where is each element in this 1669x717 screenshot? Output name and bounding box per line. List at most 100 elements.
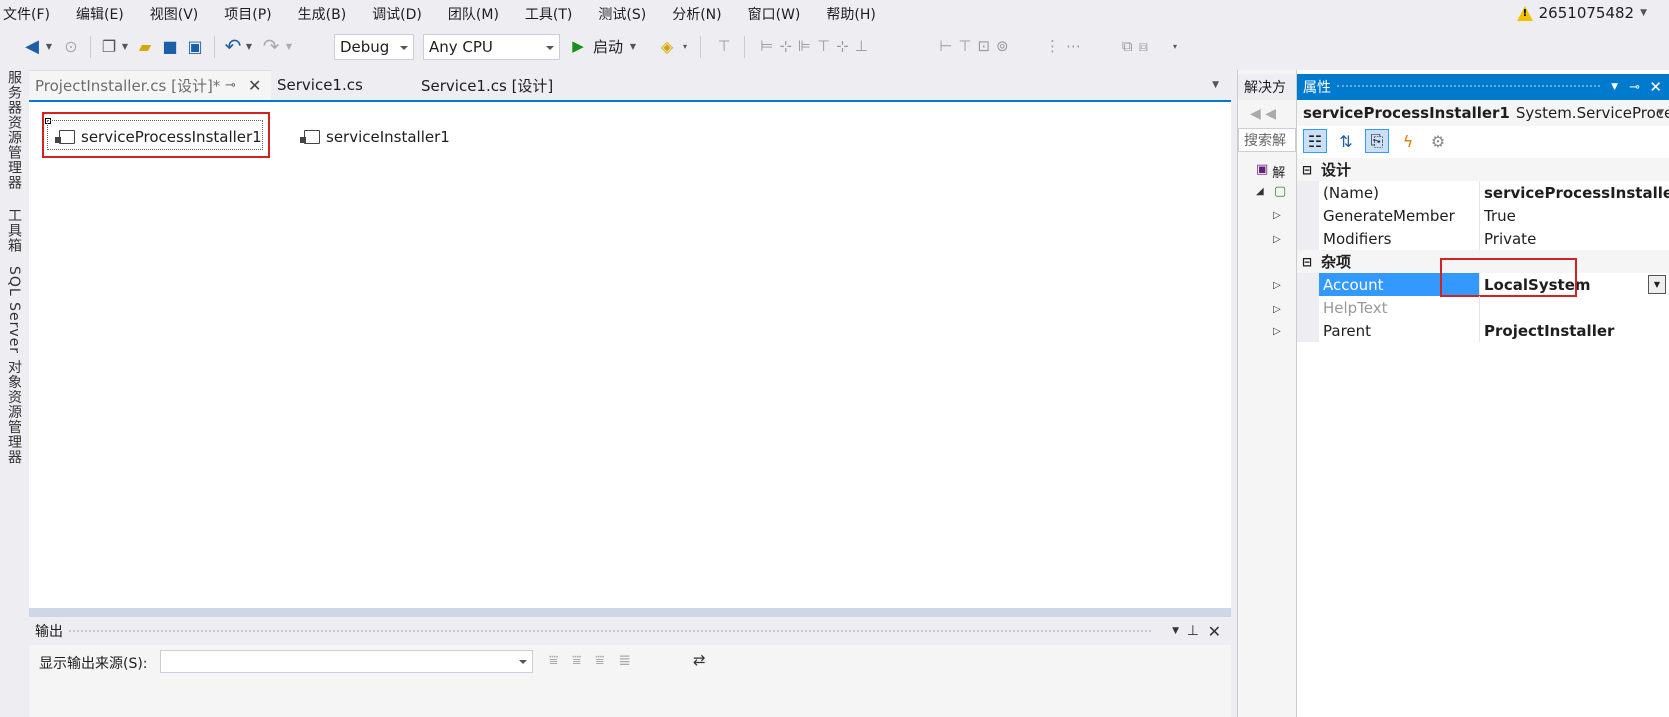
- tab-server-explorer[interactable]: 服务器资源管理器: [4, 70, 24, 190]
- property-row-generatemember[interactable]: GenerateMember True: [1297, 204, 1669, 227]
- layout-align-icons[interactable]: ⊨⊹⊫⊤⊹⊥: [752, 35, 882, 57]
- menu-tools[interactable]: 工具(T): [525, 4, 572, 24]
- tab-overflow-icon[interactable]: ▼: [1212, 80, 1219, 90]
- output-source-dropdown[interactable]: [160, 650, 533, 673]
- property-value[interactable]: True: [1479, 204, 1669, 227]
- find-icon[interactable]: ◈: [656, 35, 678, 57]
- redo-icon[interactable]: ↷: [260, 34, 282, 58]
- pin-icon[interactable]: ⊥: [1187, 623, 1199, 639]
- property-value[interactable]: serviceProcessInstaller1: [1479, 181, 1669, 204]
- events-icon[interactable]: ϟ: [1397, 132, 1419, 151]
- collapse-icon[interactable]: ⊟: [1302, 255, 1312, 269]
- align-icon[interactable]: ⊤: [712, 35, 736, 57]
- splitter[interactable]: [29, 608, 1231, 617]
- back-icon[interactable]: ◀: [22, 35, 42, 57]
- row-gutter: [1297, 319, 1319, 342]
- collapse-icon[interactable]: ▷: [1273, 304, 1281, 315]
- expand-icon[interactable]: ◢: [1256, 186, 1264, 197]
- alphabetical-icon[interactable]: ⇅: [1335, 132, 1357, 151]
- collapse-icon[interactable]: ▷: [1273, 210, 1281, 221]
- word-wrap-icon[interactable]: ⇄: [693, 651, 706, 669]
- object-selector[interactable]: serviceProcessInstaller1 System.ServiceP…: [1297, 100, 1669, 126]
- property-value[interactable]: [1479, 296, 1669, 319]
- tab-sql-server-explorer[interactable]: SQL Server 对象资源管理器: [4, 266, 24, 465]
- solution-explorer: 解决方 ◀ ◀ 搜索解 ▣ 解 ◢ ▢ ▷ ▷ ▷ ▷ ▷: [1237, 70, 1296, 717]
- property-row-modifiers[interactable]: Modifiers Private: [1297, 227, 1669, 250]
- categorized-icon[interactable]: ☷: [1303, 129, 1327, 153]
- category-design[interactable]: ⊟ 设计: [1297, 158, 1669, 181]
- back-icon[interactable]: ◀ ◀: [1250, 106, 1276, 122]
- menu-project[interactable]: 项目(P): [224, 4, 271, 24]
- play-icon[interactable]: ▶: [570, 35, 586, 57]
- chevron-down-icon[interactable]: ▼: [628, 35, 638, 57]
- new-project-icon[interactable]: ❐: [100, 35, 118, 57]
- property-row-parent[interactable]: Parent ProjectInstaller: [1297, 319, 1669, 342]
- menu-test[interactable]: 测试(S): [598, 4, 646, 24]
- overflow-icon[interactable]: ▾: [680, 35, 690, 57]
- properties-toolbar: ☷ ⇅ ⎘ ϟ ⚙: [1303, 128, 1449, 154]
- start-button[interactable]: 启动: [588, 35, 628, 57]
- collapse-icon[interactable]: ▷: [1273, 280, 1281, 291]
- chevron-down-icon[interactable]: ▼: [244, 35, 254, 57]
- properties-title-bar[interactable]: 属性 ▼ ⊸ ✕: [1297, 74, 1669, 100]
- spacing-icons[interactable]: ⋮⋯: [1044, 35, 1088, 57]
- platform-dropdown[interactable]: Any CPU: [423, 34, 560, 60]
- close-icon[interactable]: ✕: [1649, 78, 1662, 96]
- designer-surface[interactable]: serviceProcessInstaller1 serviceInstalle…: [29, 100, 1231, 608]
- chevron-down-icon[interactable]: ▼: [284, 35, 294, 57]
- collapse-icon[interactable]: ⊟: [1302, 163, 1312, 177]
- chevron-down-icon[interactable]: ▼: [1611, 82, 1618, 92]
- solution-icon: ▣: [1256, 162, 1269, 177]
- tab-toolbox[interactable]: 工具箱: [4, 208, 24, 253]
- property-pages-icon[interactable]: ⚙: [1427, 132, 1449, 151]
- save-icon[interactable]: ■: [160, 35, 180, 57]
- component-service-installer[interactable]: serviceInstaller1: [300, 128, 450, 146]
- solution-node-label: 解: [1272, 166, 1286, 181]
- layout-size-icons[interactable]: ⊢⊤⊡⊚: [922, 35, 1032, 57]
- menu-edit[interactable]: 编辑(E): [76, 4, 124, 24]
- close-icon[interactable]: ✕: [1208, 622, 1221, 641]
- close-icon[interactable]: ✕: [248, 76, 261, 95]
- solution-search-input[interactable]: 搜索解: [1238, 128, 1296, 152]
- overflow-icon[interactable]: ▾: [1170, 35, 1180, 57]
- property-value[interactable]: ProjectInstaller: [1479, 319, 1669, 342]
- undo-icon[interactable]: ↶: [222, 34, 244, 58]
- category-label: 设计: [1321, 161, 1352, 179]
- tab-service1-cs[interactable]: Service1.cs: [271, 70, 411, 100]
- property-row-name[interactable]: (Name) serviceProcessInstaller1: [1297, 181, 1669, 204]
- menu-analyze[interactable]: 分析(N): [672, 4, 721, 24]
- chevron-down-icon[interactable]: ▼: [120, 35, 130, 57]
- collapse-icon[interactable]: ▷: [1273, 326, 1281, 337]
- platform-value: Any CPU: [429, 38, 493, 56]
- collapse-icon[interactable]: ▷: [1273, 234, 1281, 245]
- order-icons[interactable]: ⧉⧈: [1108, 35, 1168, 57]
- menu-debug[interactable]: 调试(D): [372, 4, 422, 24]
- config-dropdown[interactable]: Debug: [334, 34, 414, 60]
- solution-explorer-title[interactable]: 解决方: [1238, 74, 1296, 100]
- chevron-down-icon[interactable]: ▼: [44, 35, 54, 57]
- pin-icon[interactable]: ⊸: [1629, 80, 1640, 95]
- menu-view[interactable]: 视图(V): [150, 4, 199, 24]
- chevron-down-icon[interactable]: ▼: [1172, 626, 1179, 636]
- menu-build[interactable]: 生成(B): [298, 4, 347, 24]
- solution-node[interactable]: ▣ 解: [1256, 162, 1296, 181]
- toolbar-separator: [214, 36, 215, 58]
- open-folder-icon[interactable]: ▰: [135, 35, 155, 57]
- menu-window[interactable]: 窗口(W): [748, 4, 801, 24]
- property-row-helptext[interactable]: HelpText: [1297, 296, 1669, 319]
- tab-projectinstaller-design[interactable]: ProjectInstaller.cs [设计]* ⊸ ✕: [29, 70, 271, 100]
- row-gutter: [1297, 296, 1319, 319]
- property-value[interactable]: Private: [1479, 227, 1669, 250]
- pin-icon[interactable]: ⊸: [225, 78, 236, 93]
- menu-team[interactable]: 团队(M): [448, 4, 499, 24]
- output-toolbar-icons[interactable]: ⩸⩸⩸≣: [549, 651, 645, 669]
- menu-file[interactable]: 文件(F): [3, 4, 50, 24]
- properties-icon[interactable]: ⎘: [1365, 129, 1389, 153]
- row-gutter: [1297, 204, 1319, 227]
- tab-service1-design[interactable]: Service1.cs [设计]: [415, 70, 585, 100]
- save-all-icon[interactable]: ▣: [184, 35, 206, 57]
- account-area[interactable]: 2651075482 ▼: [1516, 4, 1647, 22]
- value-dropdown-button[interactable]: ▼: [1648, 275, 1666, 294]
- menu-help[interactable]: 帮助(H): [826, 4, 875, 24]
- forward-icon[interactable]: ⊙: [62, 35, 80, 57]
